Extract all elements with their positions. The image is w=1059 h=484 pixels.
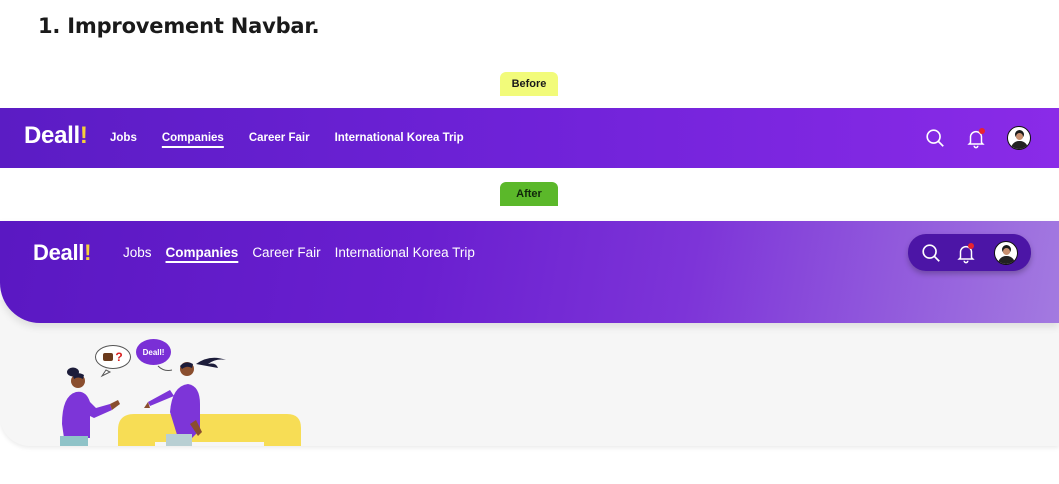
- speech-bubble-deall: Deall!: [136, 339, 171, 365]
- after-label: After: [500, 182, 558, 206]
- search-icon[interactable]: [923, 126, 947, 150]
- nav-item-companies[interactable]: Companies: [166, 245, 239, 260]
- user-actions-pill: [908, 234, 1031, 271]
- avatar[interactable]: [994, 241, 1018, 265]
- nav-item-career-fair[interactable]: Career Fair: [249, 132, 310, 144]
- navbar-before: Deall! Jobs Companies Career Fair Intern…: [0, 108, 1059, 168]
- hero-illustration: [60, 357, 301, 446]
- nav-menu: Jobs Companies Career Fair International…: [123, 245, 475, 260]
- nav-item-jobs[interactable]: Jobs: [110, 132, 137, 144]
- nav-item-jobs[interactable]: Jobs: [123, 245, 152, 260]
- nav-item-international-korea-trip[interactable]: International Korea Trip: [335, 245, 475, 260]
- section-heading: 1. Improvement Navbar.: [38, 14, 320, 38]
- briefcase-icon: [103, 353, 114, 361]
- nav-menu: Jobs Companies Career Fair International…: [110, 132, 464, 144]
- bell-icon[interactable]: [954, 241, 978, 265]
- search-icon[interactable]: [919, 241, 943, 265]
- nav-item-companies[interactable]: Companies: [162, 132, 224, 144]
- bell-icon[interactable]: [964, 126, 988, 150]
- avatar[interactable]: [1007, 126, 1031, 150]
- nav-item-international-korea-trip[interactable]: International Korea Trip: [335, 132, 464, 144]
- deall-logo[interactable]: Deall!: [33, 240, 91, 266]
- deall-logo[interactable]: Deall!: [24, 122, 88, 150]
- navbar-after: Deall! Jobs Companies Career Fair Intern…: [0, 221, 1059, 323]
- notification-dot: [979, 128, 985, 134]
- nav-item-career-fair[interactable]: Career Fair: [252, 245, 320, 260]
- before-label: Before: [500, 72, 558, 96]
- notification-dot: [968, 243, 974, 249]
- speech-bubble-question: ?: [95, 345, 131, 369]
